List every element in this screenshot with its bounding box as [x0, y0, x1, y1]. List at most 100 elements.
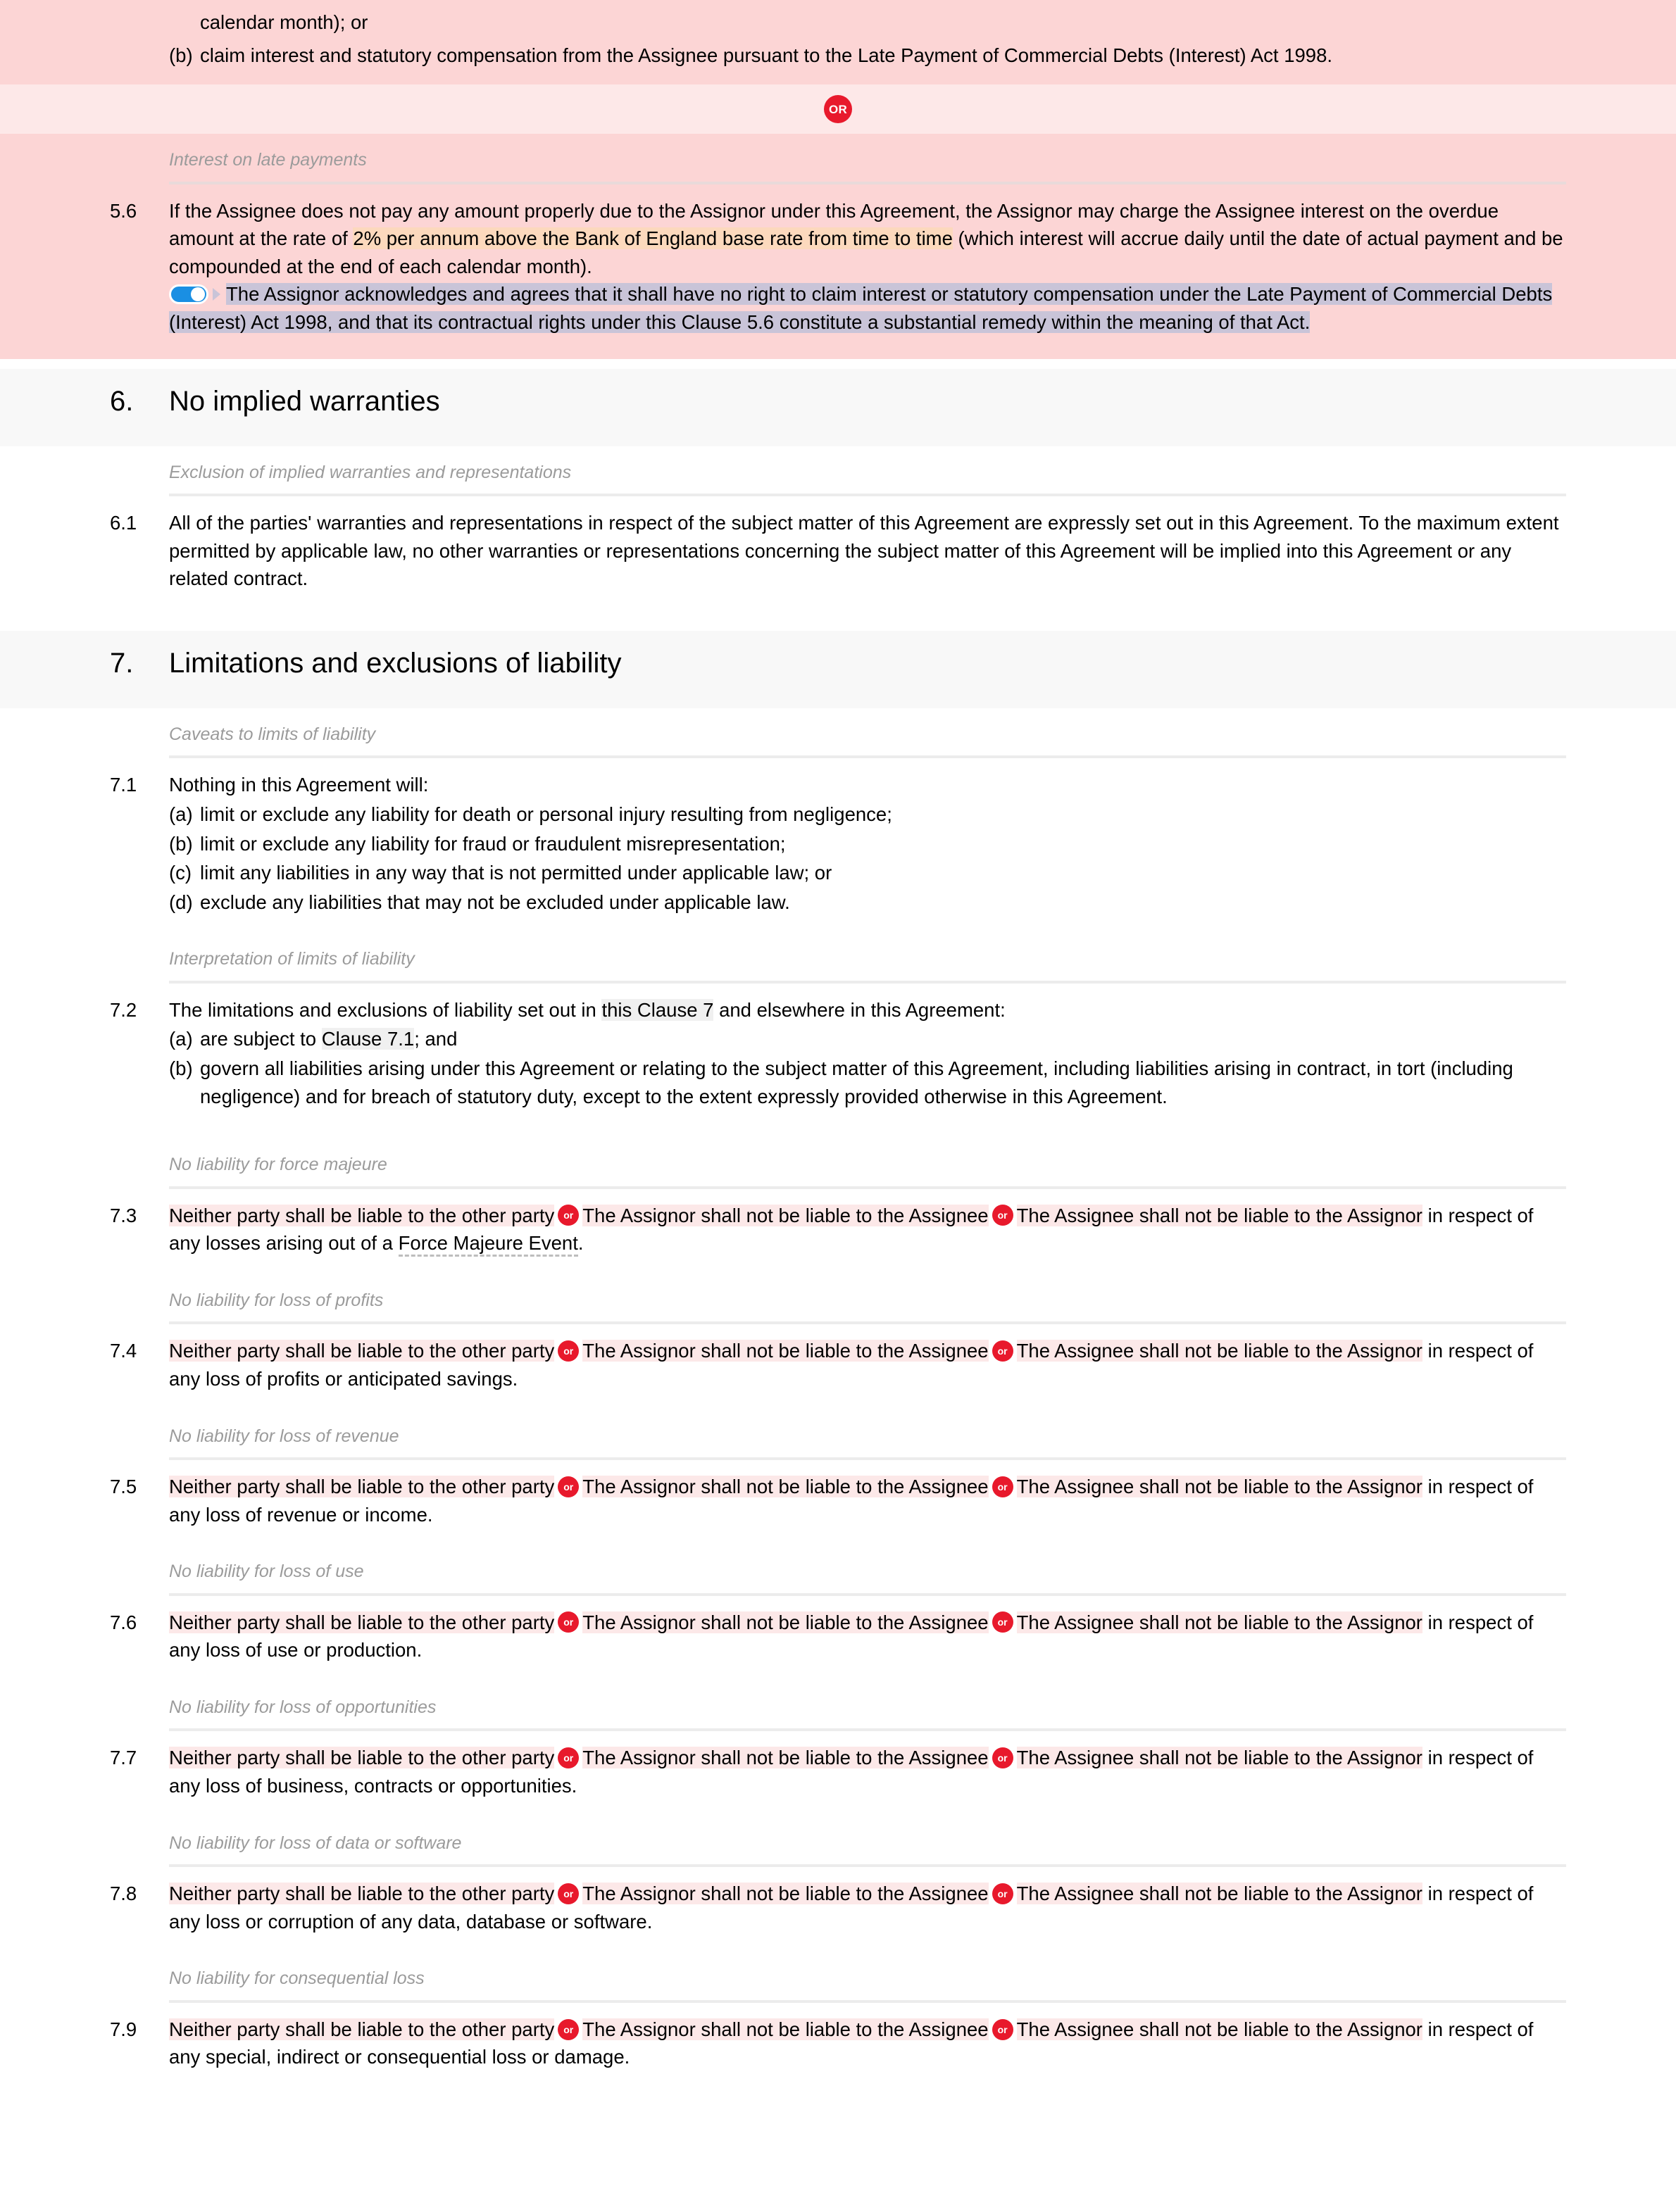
clause-number: 7.2	[110, 998, 137, 1021]
alternative-option-3[interactable]: The Assignee shall not be liable to the …	[1016, 1340, 1422, 1362]
clause-number-spacer	[110, 7, 169, 36]
clause-6-1-text: All of the parties' warranties and repre…	[169, 512, 1559, 590]
or-badge-icon[interactable]: or	[558, 1611, 580, 1633]
or-badge-icon[interactable]: or	[558, 1205, 580, 1226]
list-item-text: limit or exclude any liability for death…	[200, 803, 892, 825]
clause-number: 7.6	[110, 1611, 137, 1633]
clause-6-1: 6.1 All of the parties' warranties and r…	[110, 506, 1566, 597]
list-marker: (b)	[169, 832, 193, 855]
subheading-caveats-to-limits-of-liability: Caveats to limits of liability	[169, 724, 376, 744]
alternative-option-1[interactable]: Neither party shall be liable to the oth…	[169, 1340, 555, 1362]
section-heading-6: 6. No implied warranties	[0, 368, 1676, 446]
subheading-rule	[169, 1999, 1566, 2003]
alternative-option-2[interactable]: The Assignor shall not be liable to the …	[582, 1476, 989, 1498]
or-badge-icon[interactable]: or	[558, 2018, 580, 2040]
variable-interest-rate[interactable]: 2% per annum above the Bank of England b…	[353, 227, 953, 250]
alternative-option-3[interactable]: The Assignee shall not be liable to the …	[1016, 1883, 1422, 1905]
clause-7-9: 7.9 Neither party shall be liable to the…	[110, 2013, 1566, 2075]
or-badge-icon[interactable]: or	[992, 1747, 1013, 1769]
list-item-text: limit any liabilities in any way that is…	[200, 862, 832, 884]
item-a-after-ref: ; and	[414, 1028, 458, 1050]
subheading-no-liability-for-loss-of-profits: No liability for loss of profits	[169, 1290, 384, 1310]
or-badge-icon[interactable]: or	[992, 2018, 1013, 2040]
section-title: No implied warranties	[169, 385, 440, 417]
clause-7-4: 7.4 Neither party shall be liable to the…	[110, 1334, 1566, 1397]
subheading-no-liability-for-consequential-loss: No liability for consequential loss	[169, 1968, 425, 1989]
list-item-text: claim interest and statutory compensatio…	[200, 44, 1333, 67]
subheading-interest-on-late-payments: Interest on late payments	[169, 150, 367, 170]
subheading-rule	[169, 1457, 1566, 1461]
list-item: (d) exclude any liabilities that may not…	[169, 888, 1566, 917]
subheading-rule	[169, 1864, 1566, 1868]
or-badge-icon[interactable]: or	[992, 1340, 1013, 1362]
or-badge-icon[interactable]: or	[992, 1476, 1013, 1497]
section-number: 6.	[110, 385, 134, 417]
alternative-option-1[interactable]: Neither party shall be liable to the oth…	[169, 1611, 555, 1633]
or-divider-band: OR	[0, 84, 1676, 134]
defined-term-force-majeure-event[interactable]: Force Majeure Event	[398, 1232, 578, 1257]
cross-reference-clause-7[interactable]: this Clause 7	[601, 998, 714, 1021]
clause-number-spacer	[110, 40, 169, 69]
section-title: Limitations and exclusions of liability	[169, 647, 622, 679]
subheading-rule	[169, 980, 1566, 984]
alternative-option-2[interactable]: The Assignor shall not be liable to the …	[582, 2018, 989, 2040]
or-badge-icon[interactable]: or	[992, 1611, 1013, 1633]
subheading-exclusion-of-implied-warranties: Exclusion of implied warranties and repr…	[169, 462, 572, 482]
or-badge-icon[interactable]: OR	[824, 95, 852, 124]
alternative-option-2[interactable]: The Assignor shall not be liable to the …	[582, 1747, 989, 1769]
list-marker: (b)	[169, 1057, 193, 1079]
or-badge-icon[interactable]: or	[558, 1340, 580, 1362]
alternative-option-2[interactable]: The Assignor shall not be liable to the …	[582, 1883, 989, 1905]
alternative-option-1[interactable]: Neither party shall be liable to the oth…	[169, 1747, 555, 1769]
clause-7-5: 7.5 Neither party shall be liable to the…	[110, 1470, 1566, 1533]
continuation-text: calendar month); or	[200, 11, 368, 33]
list-marker: (a)	[169, 1028, 193, 1050]
list-item: (a) limit or exclude any liability for d…	[169, 800, 1566, 829]
or-badge-icon[interactable]: or	[558, 1476, 580, 1497]
alternative-option-1[interactable]: Neither party shall be liable to the oth…	[169, 1883, 555, 1905]
alternative-option-3[interactable]: The Assignee shall not be liable to the …	[1016, 2018, 1422, 2040]
alternative-option-3[interactable]: The Assignee shall not be liable to the …	[1016, 1204, 1422, 1226]
list-marker: (c)	[169, 862, 192, 884]
optional-clause-text: The Assignor acknowledges and agrees tha…	[169, 283, 1553, 333]
subheading-interpretation-of-limits-of-liability: Interpretation of limits of liability	[169, 949, 415, 969]
alternative-option-2[interactable]: The Assignor shall not be liable to the …	[582, 1611, 989, 1633]
clause-7-8: 7.8 Neither party shall be liable to the…	[110, 1877, 1566, 1940]
list-item-text: exclude any liabilities that may not be …	[200, 891, 790, 913]
alternative-option-1[interactable]: Neither party shall be liable to the oth…	[169, 1204, 555, 1226]
or-badge-icon[interactable]: or	[558, 1747, 580, 1769]
toggle-knob	[191, 287, 205, 302]
alternative-option-3[interactable]: The Assignee shall not be liable to the …	[1016, 1747, 1422, 1769]
alternative-clause-block-5-6: Interest on late payments 5.6 If the Ass…	[0, 134, 1676, 359]
optional-clause-toggle[interactable]	[169, 284, 208, 305]
or-badge-icon[interactable]: or	[992, 1883, 1013, 1904]
cross-reference-clause-7-1[interactable]: Clause 7.1	[321, 1028, 415, 1050]
alternative-option-2[interactable]: The Assignor shall not be liable to the …	[582, 1340, 989, 1362]
alternative-option-2[interactable]: The Assignor shall not be liable to the …	[582, 1204, 989, 1226]
list-item: (b) govern all liabilities arising under…	[169, 1055, 1566, 1110]
subheading-rule	[169, 1592, 1566, 1596]
clause-number: 7.1	[110, 774, 137, 796]
triangle-pointer-icon	[213, 288, 220, 301]
section-heading-7: 7. Limitations and exclusions of liabili…	[0, 630, 1676, 708]
list-item-text: limit or exclude any liability for fraud…	[200, 832, 786, 855]
alternative-option-3[interactable]: The Assignee shall not be liable to the …	[1016, 1611, 1422, 1633]
list-item: (a) are subject to Clause 7.1; and	[169, 1025, 1566, 1053]
subheading-no-liability-for-loss-of-opportunities: No liability for loss of opportunities	[169, 1697, 437, 1717]
alternative-option-1[interactable]: Neither party shall be liable to the oth…	[169, 2018, 555, 2040]
subheading-no-liability-for-force-majeure: No liability for force majeure	[169, 1155, 387, 1175]
or-badge-icon[interactable]: or	[558, 1883, 580, 1904]
subheading-rule	[169, 1728, 1566, 1732]
list-item: (c) limit any liabilities in any way tha…	[169, 859, 1566, 887]
lead-after-ref: and elsewhere in this Agreement:	[713, 998, 1006, 1021]
clause-number: 7.3	[110, 1204, 137, 1226]
clause-7-1-lead: Nothing in this Agreement will:	[169, 774, 429, 796]
or-badge-icon[interactable]: or	[992, 1205, 1013, 1226]
subheading-no-liability-for-loss-of-revenue: No liability for loss of revenue	[169, 1426, 399, 1446]
alternative-option-3[interactable]: The Assignee shall not be liable to the …	[1016, 1476, 1422, 1498]
clause-tail-after-term: .	[577, 1232, 584, 1255]
subheading-no-liability-for-loss-of-data-or-software: No liability for loss of data or softwar…	[169, 1833, 462, 1853]
subheading-no-liability-for-loss-of-use: No liability for loss of use	[169, 1561, 364, 1582]
alternative-option-1[interactable]: Neither party shall be liable to the oth…	[169, 1476, 555, 1498]
subheading-rule	[169, 1321, 1566, 1325]
